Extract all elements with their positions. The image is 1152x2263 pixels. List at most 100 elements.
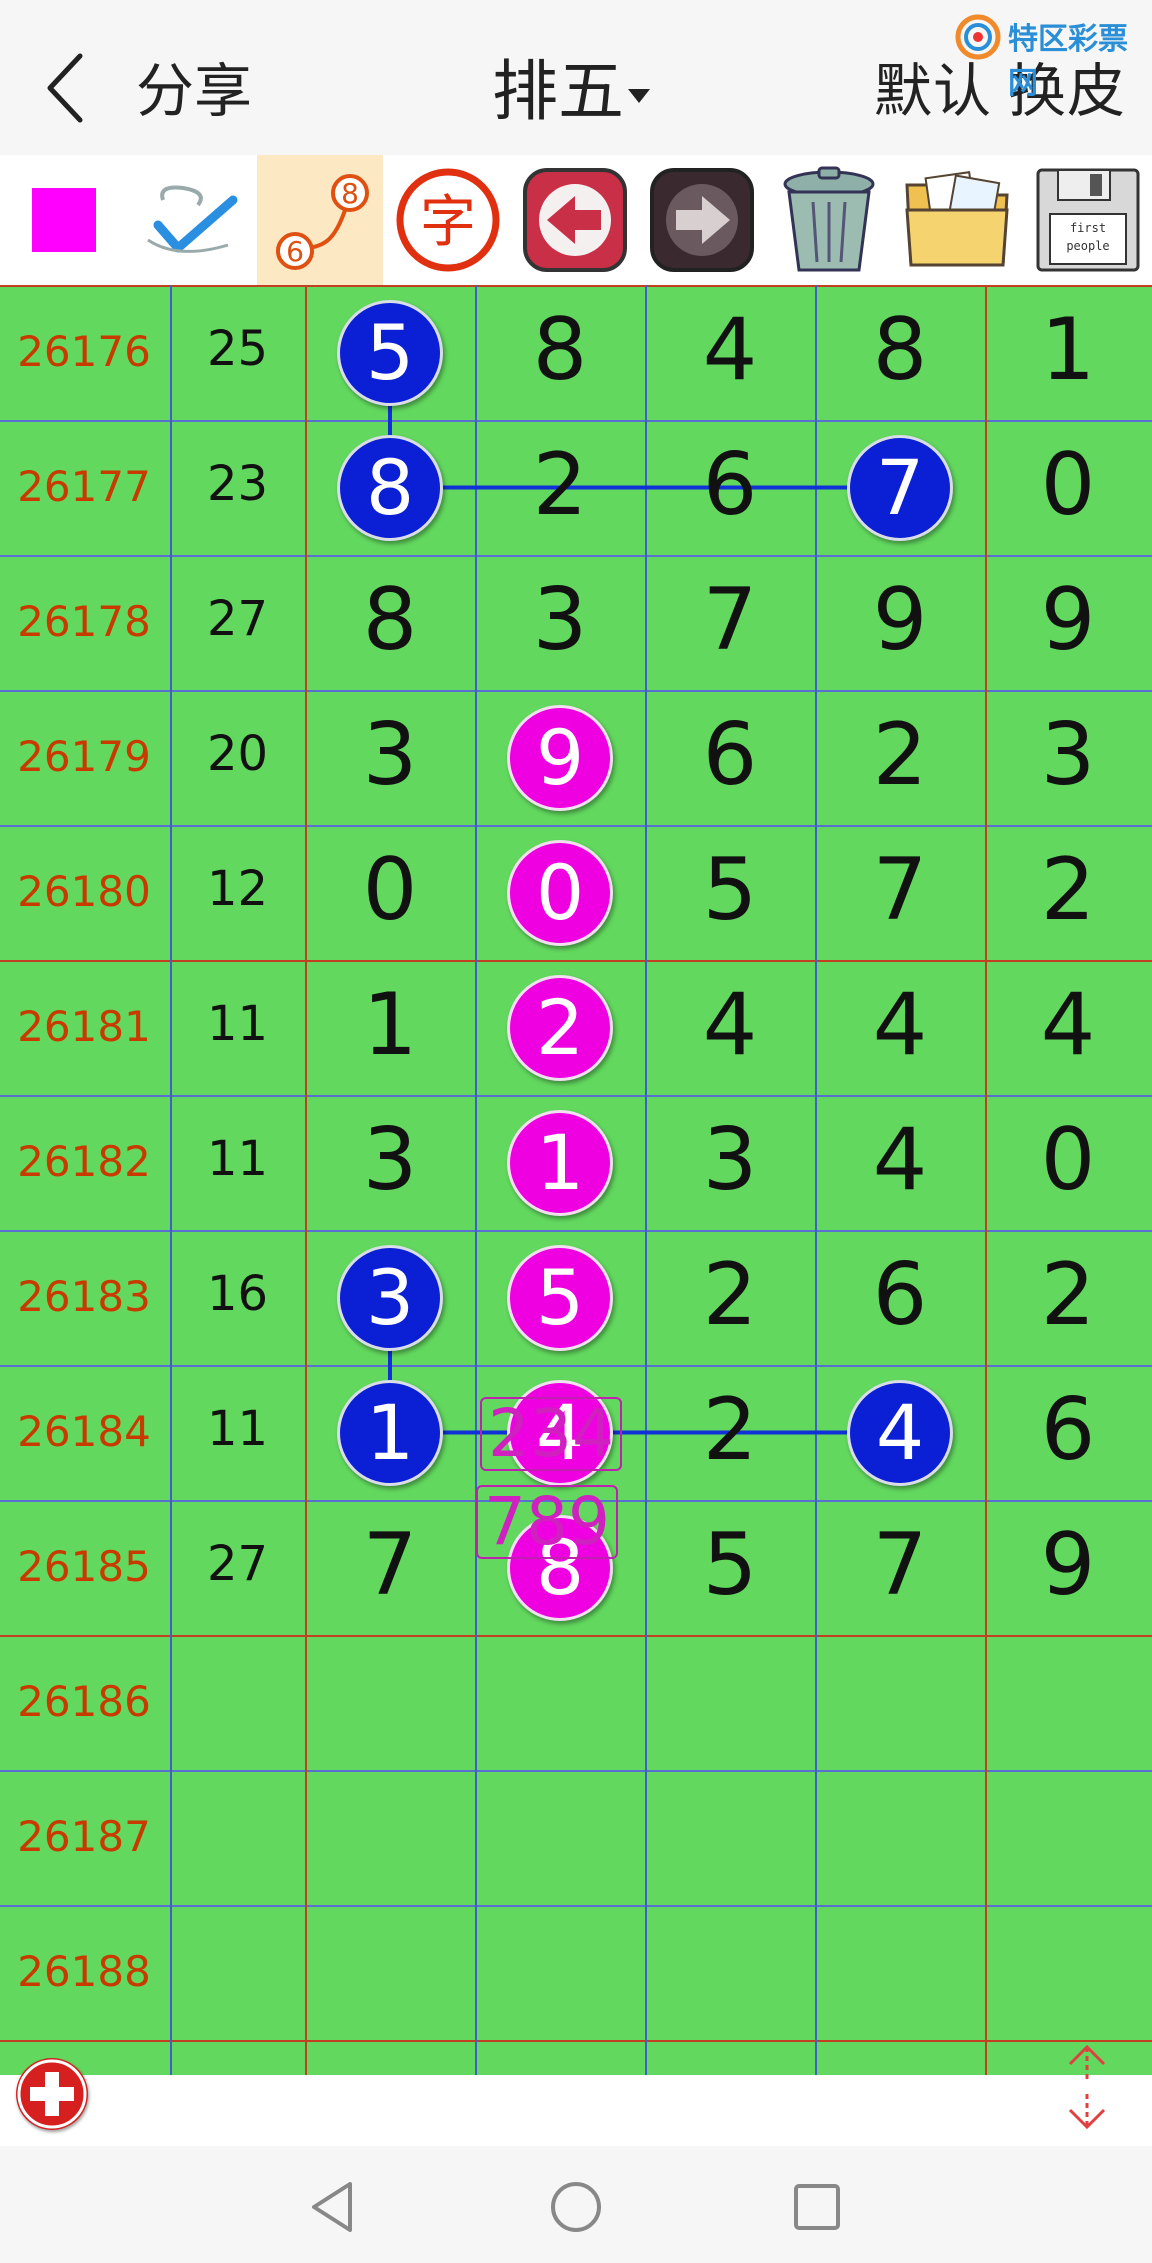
digit-cell[interactable]: 8 [815, 300, 985, 400]
nav-back-icon[interactable] [308, 2180, 358, 2234]
digit-cell[interactable]: 3 [305, 705, 475, 805]
digit-cell[interactable]: 4 [815, 1110, 985, 1210]
undo-tool[interactable] [512, 155, 637, 285]
pen-check-icon [146, 185, 237, 253]
sum-value: 23 [206, 456, 269, 512]
sum-value: 11 [206, 1131, 269, 1187]
floppy-disk-icon: first people [1036, 168, 1139, 272]
digit-cell[interactable]: 7 [815, 840, 985, 940]
period-number: 26180 [17, 867, 151, 916]
connect-numbers-icon: 8 6 [276, 174, 369, 270]
digit-cell[interactable]: 6 [983, 1380, 1152, 1480]
pen-tool[interactable] [130, 155, 255, 285]
pink-ball[interactable]: 5 [507, 1244, 613, 1351]
arrow-right-icon [649, 168, 754, 272]
digit-cell[interactable]: 4 [815, 975, 985, 1075]
watermark: 特区彩票网 [950, 12, 1150, 101]
blue-ball[interactable]: 7 [847, 434, 953, 541]
blue-ball[interactable]: 5 [337, 299, 443, 406]
digit-cell[interactable]: 4 [645, 975, 815, 1075]
prediction-box[interactable]: 789 [476, 1485, 618, 1559]
period-number: 26179 [17, 732, 151, 781]
digit-cell[interactable]: 7 [645, 570, 815, 670]
pink-ball[interactable]: 2 [507, 974, 613, 1081]
digit-cell[interactable]: 1 [305, 975, 475, 1075]
scroll-toggle-button[interactable] [1062, 2042, 1112, 2132]
digit-cell[interactable]: 3 [305, 1110, 475, 1210]
trash-tool[interactable] [766, 155, 891, 285]
digit-cell[interactable]: 6 [645, 705, 815, 805]
digit-cell[interactable]: 0 [305, 840, 475, 940]
period-number: 26185 [17, 1542, 151, 1591]
watermark-text: 特区彩票网 [1008, 22, 1128, 101]
blue-ball[interactable]: 1 [337, 1379, 443, 1486]
digit-cell[interactable]: 9 [815, 570, 985, 670]
sum-value: 11 [206, 1401, 269, 1457]
digit-cell[interactable]: 1 [983, 300, 1152, 400]
sum-value: 27 [206, 591, 269, 647]
back-button[interactable] [40, 48, 100, 128]
save-tool[interactable]: first people [1023, 155, 1152, 285]
period-number: 26184 [17, 1407, 151, 1456]
digit-cell[interactable]: 0 [983, 1110, 1152, 1210]
blue-ball[interactable]: 8 [337, 434, 443, 541]
trend-chart-grid[interactable]: 26176 25 5 8 4 8 1 26177 23 8 2 6 7 0 26178 27 8 3 7 9 9 2617… [0, 285, 1152, 2075]
period-number: 26186 [17, 1677, 151, 1726]
digit-cell[interactable]: 2 [983, 840, 1152, 940]
digit-cell[interactable]: 0 [983, 435, 1152, 535]
period-number: 26177 [17, 462, 151, 511]
digit-cell[interactable]: 7 [305, 1515, 475, 1615]
sum-value: 11 [206, 996, 269, 1052]
digit-cell[interactable]: 3 [475, 570, 645, 670]
app-header: 分享 排五 默认 换皮 特区彩票网 [0, 0, 1152, 155]
add-button[interactable] [16, 2058, 88, 2130]
digit-cell[interactable]: 2 [815, 705, 985, 805]
digit-cell[interactable]: 8 [305, 570, 475, 670]
digit-cell[interactable]: 5 [645, 1515, 815, 1615]
connect-tool[interactable]: 8 6 [257, 155, 383, 285]
system-nav-bar [0, 2146, 1152, 2263]
period-number: 26181 [17, 1002, 151, 1051]
pink-ball[interactable]: 1 [507, 1109, 613, 1216]
blue-ball[interactable]: 3 [337, 1244, 443, 1351]
digit-cell[interactable]: 6 [815, 1245, 985, 1345]
redo-tool[interactable] [639, 155, 764, 285]
chevron-left-icon [47, 53, 83, 123]
sum-value: 27 [206, 1536, 269, 1592]
digit-cell[interactable]: 9 [983, 1515, 1152, 1615]
gallery-tool[interactable] [893, 155, 1021, 285]
sum-value: 12 [206, 861, 269, 917]
digit-cell[interactable]: 8 [475, 300, 645, 400]
text-tool[interactable]: 字 [385, 155, 510, 285]
prediction-box[interactable]: 234 [480, 1397, 622, 1471]
period-number: 26188 [17, 1947, 151, 1996]
blue-ball[interactable]: 4 [847, 1379, 953, 1486]
pink-ball[interactable]: 0 [507, 839, 613, 946]
digit-cell[interactable]: 4 [983, 975, 1152, 1075]
digit-cell[interactable]: 3 [983, 705, 1152, 805]
digit-cell[interactable]: 6 [645, 435, 815, 535]
digit-cell[interactable]: 2 [983, 1245, 1152, 1345]
color-swatch-tool[interactable] [0, 155, 128, 285]
digit-cell[interactable]: 3 [645, 1110, 815, 1210]
share-button[interactable]: 分享 [136, 44, 252, 128]
drawing-toolbar: 8 6 字 first people [0, 155, 1152, 285]
digit-cell[interactable]: 5 [645, 840, 815, 940]
digit-cell[interactable]: 4 [645, 300, 815, 400]
nav-recent-icon[interactable] [792, 2182, 842, 2232]
digit-cell[interactable]: 7 [815, 1515, 985, 1615]
digit-cell[interactable]: 2 [645, 1380, 815, 1480]
trash-can-icon [783, 166, 874, 272]
sum-value: 20 [206, 726, 269, 782]
nav-home-icon[interactable] [549, 2180, 603, 2234]
dropdown-caret-icon [628, 88, 650, 103]
digit-cell[interactable]: 2 [645, 1245, 815, 1345]
text-tool-label: 字 [420, 190, 476, 255]
digit-cell[interactable]: 2 [475, 435, 645, 535]
pink-ball[interactable]: 9 [507, 704, 613, 811]
lottery-type-selector[interactable]: 排五 [492, 38, 650, 134]
digit-cell[interactable]: 9 [983, 570, 1152, 670]
default-button[interactable]: 默认 [874, 57, 992, 125]
sum-value: 25 [206, 321, 269, 377]
period-number: 26176 [17, 327, 151, 376]
